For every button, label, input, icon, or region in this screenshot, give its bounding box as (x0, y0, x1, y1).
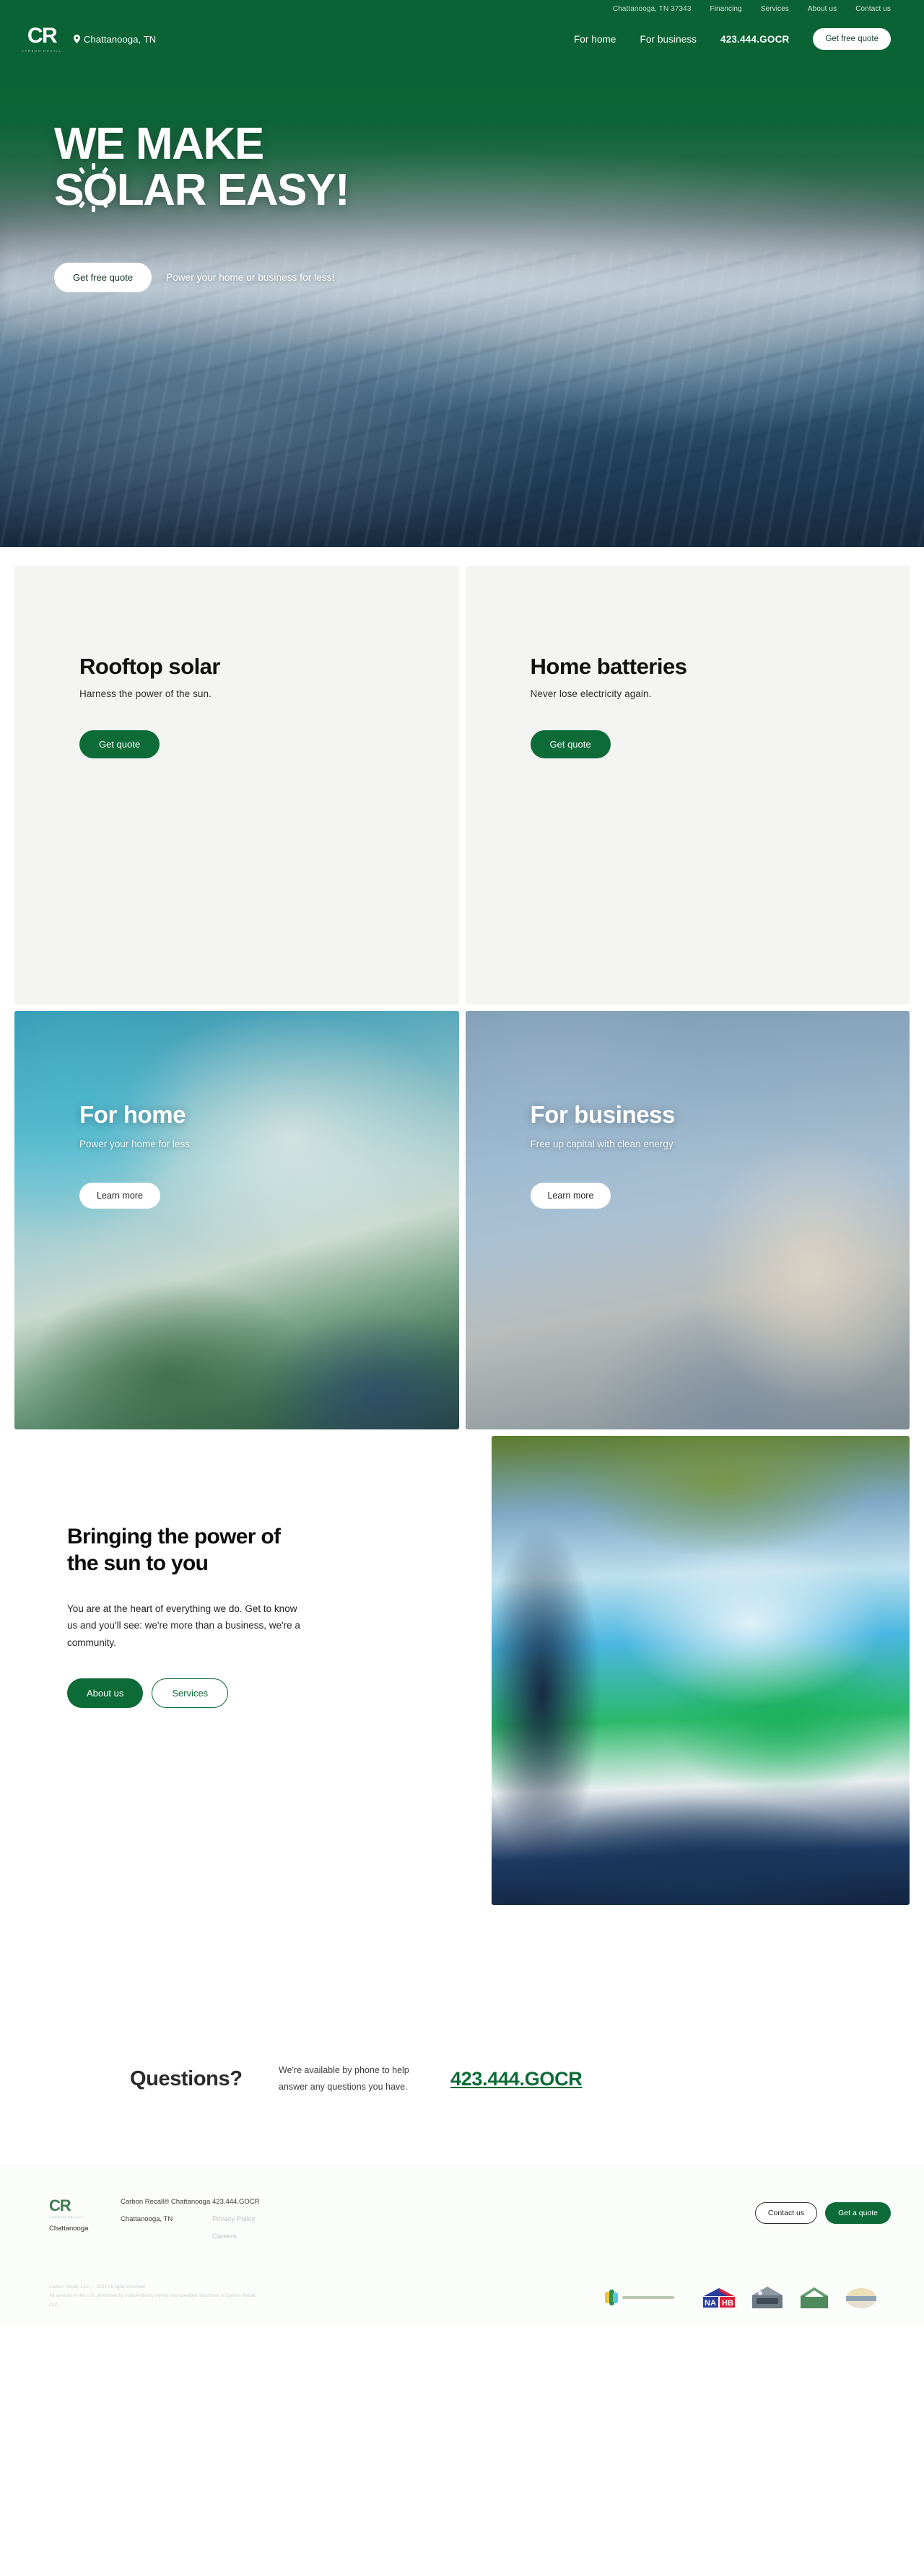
logo-mark-cr: CR Carbon Recall (22, 24, 62, 54)
get-free-quote-button[interactable]: Get free quote (813, 28, 891, 50)
footer-badges: NA HB (603, 2285, 891, 2310)
map-pin-icon (74, 35, 80, 43)
hero-tagline: Power your home or business for less! (166, 271, 335, 283)
green-home-badge (801, 2287, 828, 2309)
footer-link-privacy-policy[interactable]: Privacy Policy (212, 2215, 259, 2223)
footer-logo-wordmark: Carbon Recall (49, 2215, 84, 2219)
about-buttons: About us Services (67, 1678, 485, 1708)
hero-heading-line1: WE MAKE (54, 119, 264, 169)
svg-text:NA: NA (705, 2299, 716, 2308)
footer-address-column: Carbon Recall® Chattanooga Chattanooga, … (121, 2198, 211, 2233)
services-button[interactable]: Services (152, 1678, 229, 1708)
topbar-link-contact-us[interactable]: Contact us (855, 5, 891, 13)
content-grid: Rooftop solar Harness the power of the s… (0, 547, 924, 1905)
about-row: Bringing the power of the sun to you You… (14, 1436, 910, 1905)
about-photo-van (492, 1436, 910, 1905)
rooftop-solar-get-quote-button[interactable]: Get quote (79, 730, 160, 758)
site-logo[interactable]: CR Carbon Recall (22, 24, 62, 54)
energy-badge (846, 2288, 876, 2309)
service-card-home-batteries[interactable]: Home batteries Never lose electricity ag… (465, 566, 910, 1004)
footer-buttons: Contact us Get a quote (754, 2198, 891, 2224)
about-us-button[interactable]: About us (67, 1678, 144, 1708)
topbar-link-about-us[interactable]: About us (808, 5, 837, 13)
footer-bottom: Carbon Recall, LLC — 2024 All rights res… (49, 2283, 891, 2310)
nahb-badge: NA HB (703, 2287, 735, 2308)
location-label: Chattanooga, TN (84, 33, 157, 45)
hero-header: Chattanooga, TN 37343 Financing Services… (0, 0, 924, 547)
hero-content: WE MAKE SOLAR EASY! Get free quote Power… (0, 60, 924, 292)
utility-topbar: Chattanooga, TN 37343 Financing Services… (0, 0, 924, 18)
segment-card-for-home[interactable]: For home Power your home for less Learn … (14, 1011, 459, 1429)
segments-row: For home Power your home for less Learn … (14, 1011, 910, 1429)
questions-phone-number[interactable]: 423.444.GOCR (450, 2068, 583, 2090)
service-card-rooftop-solar[interactable]: Rooftop solar Harness the power of the s… (14, 566, 459, 1004)
footer-contact-us-button[interactable]: Contact us (754, 2202, 818, 2224)
home-batteries-get-quote-button[interactable]: Get quote (530, 730, 611, 758)
segment-card-for-business[interactable]: For business Free up capital with clean … (465, 1011, 910, 1429)
footer-logo-city: Chattanooga (49, 2225, 89, 2233)
footer-logo-initials: CR (49, 2196, 71, 2214)
location-selector[interactable]: Chattanooga, TN (74, 34, 156, 45)
about-body: You are at the heart of everything we do… (67, 1603, 300, 1648)
solar-partner-badge (605, 2290, 674, 2306)
footer-legal-line1: Carbon Recall, LLC — 2024 All rights res… (49, 2284, 145, 2290)
navbar-links: For home For business 423.444.GOCR Get f… (574, 28, 891, 50)
footer-legal-line2: All services in the U.S. performed by in… (49, 2293, 257, 2308)
for-home-learn-more-button[interactable]: Learn more (79, 1183, 160, 1209)
service-title: Home batteries (530, 654, 687, 679)
logo-initials: CR (27, 24, 58, 48)
hero-heading-line2: SOLAR EASY! (54, 165, 350, 215)
topbar-link-financing[interactable]: Financing (710, 5, 741, 13)
about-heading: Bringing the power of the sun to you (67, 1525, 281, 1575)
hero-get-free-quote-button[interactable]: Get free quote (54, 262, 152, 292)
site-footer: CR Carbon Recall Chattanooga Carbon Reca… (0, 2165, 924, 2326)
footer-logo[interactable]: CR Carbon Recall Chattanooga (49, 2198, 101, 2233)
service-title: Rooftop solar (79, 654, 220, 679)
questions-inner: Questions? We're available by phone to h… (0, 2062, 583, 2095)
for-business-learn-more-button[interactable]: Learn more (530, 1183, 611, 1209)
hero-heading-line2-wrap: SOLAR EASY! (54, 162, 350, 215)
topbar-link-services[interactable]: Services (761, 5, 789, 13)
footer-links-column: 423.444.GOCR Privacy Policy Careers (212, 2198, 259, 2250)
service-subtitle: Never lose electricity again. (530, 688, 652, 699)
bbb-badge (752, 2287, 783, 2309)
segment-subtitle: Free up capital with clean energy (530, 1139, 674, 1149)
nav-link-for-home[interactable]: For home (574, 34, 616, 45)
hero-cta-row: Get free quote Power your home or busine… (54, 262, 924, 292)
main-navbar: CR Carbon Recall Chattanooga, TN For hom… (0, 18, 924, 60)
service-subtitle: Harness the power of the sun. (79, 688, 212, 699)
footer-city: Chattanooga, TN (121, 2215, 173, 2223)
footer-link-careers[interactable]: Careers (212, 2233, 259, 2240)
questions-text: We're available by phone to help answer … (279, 2065, 409, 2092)
questions-section: Questions? We're available by phone to h… (0, 1911, 924, 2165)
questions-title: Questions? (130, 2067, 243, 2090)
footer-legal: Carbon Recall, LLC — 2024 All rights res… (49, 2283, 266, 2310)
topbar-address: Chattanooga, TN 37343 (612, 5, 692, 13)
svg-text:HB: HB (722, 2299, 733, 2308)
logo-wordmark: Carbon Recall (21, 49, 63, 53)
hero-heading: WE MAKE SOLAR EASY! (54, 121, 924, 214)
segment-title: For business (530, 1101, 676, 1128)
footer-company-name: Carbon Recall® Chattanooga (121, 2198, 211, 2206)
footer-top: CR Carbon Recall Chattanooga Carbon Reca… (49, 2198, 891, 2250)
segment-subtitle: Power your home for less (79, 1139, 191, 1149)
services-row: Rooftop solar Harness the power of the s… (14, 566, 910, 1004)
nav-link-for-business[interactable]: For business (640, 34, 697, 45)
segment-title: For home (79, 1101, 186, 1128)
about-text-block: Bringing the power of the sun to you You… (14, 1436, 485, 1905)
footer-get-a-quote-button[interactable]: Get a quote (825, 2202, 891, 2224)
nav-phone-number[interactable]: 423.444.GOCR (720, 34, 789, 45)
footer-phone-number[interactable]: 423.444.GOCR (212, 2198, 259, 2206)
